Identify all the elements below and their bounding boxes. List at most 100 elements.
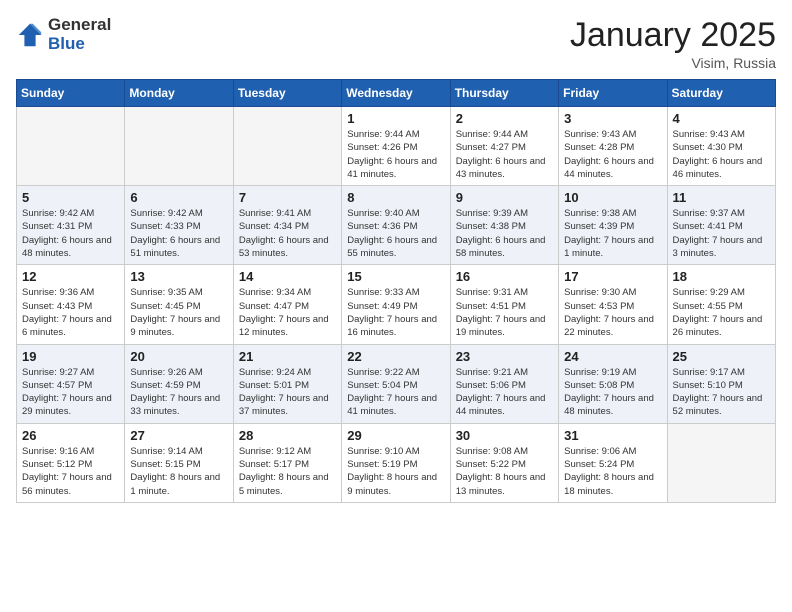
day-number: 16 (456, 269, 553, 284)
day-info: Sunrise: 9:31 AMSunset: 4:51 PMDaylight:… (456, 286, 553, 339)
logo-icon (16, 21, 44, 49)
day-info: Sunrise: 9:37 AMSunset: 4:41 PMDaylight:… (673, 207, 770, 260)
weekday-header-row: SundayMondayTuesdayWednesdayThursdayFrid… (17, 80, 776, 107)
calendar-day-cell (667, 423, 775, 502)
day-info: Sunrise: 9:08 AMSunset: 5:22 PMDaylight:… (456, 445, 553, 498)
day-info: Sunrise: 9:35 AMSunset: 4:45 PMDaylight:… (130, 286, 227, 339)
day-number: 30 (456, 428, 553, 443)
calendar-day-cell: 19Sunrise: 9:27 AMSunset: 4:57 PMDayligh… (17, 344, 125, 423)
calendar-day-cell: 6 Sunrise: 9:42 AMSunset: 4:33 PMDaylight… (125, 186, 233, 265)
day-info: Sunrise: 9:36 AMSunset: 4:43 PMDaylight:… (22, 286, 119, 339)
calendar-day-cell: 9 Sunrise: 9:39 AMSunset: 4:38 PMDaylight… (450, 186, 558, 265)
calendar-day-cell: 22Sunrise: 9:22 AMSunset: 5:04 PMDayligh… (342, 344, 450, 423)
day-info: Sunrise: 9:17 AMSunset: 5:10 PMDaylight:… (673, 366, 770, 419)
calendar-day-cell (17, 107, 125, 186)
calendar-day-cell: 12 Sunrise: 9:36 AMSunset: 4:43 PMDayligh… (17, 265, 125, 344)
day-number: 1 (347, 111, 444, 126)
day-number: 26 (22, 428, 119, 443)
calendar-day-cell: 1 Sunrise: 9:44 AMSunset: 4:26 PMDaylight… (342, 107, 450, 186)
day-info: Sunrise: 9:44 AMSunset: 4:27 PMDaylight:… (456, 128, 553, 181)
month-title: January 2025 (570, 16, 776, 55)
calendar-day-cell (233, 107, 341, 186)
day-number: 7 (239, 190, 336, 205)
day-info: Sunrise: 9:40 AMSunset: 4:36 PMDaylight:… (347, 207, 444, 260)
calendar-day-cell: 15Sunrise: 9:33 AMSunset: 4:49 PMDayligh… (342, 265, 450, 344)
day-number: 4 (673, 111, 770, 126)
day-info: Sunrise: 9:10 AMSunset: 5:19 PMDaylight:… (347, 445, 444, 498)
day-info: Sunrise: 9:44 AMSunset: 4:26 PMDaylight:… (347, 128, 444, 181)
calendar-day-cell: 16 Sunrise: 9:31 AMSunset: 4:51 PMDayligh… (450, 265, 558, 344)
day-number: 3 (564, 111, 661, 126)
page-header: General Blue January 2025 Visim, Russia (16, 16, 776, 71)
calendar-day-cell: 11Sunrise: 9:37 AMSunset: 4:41 PMDayligh… (667, 186, 775, 265)
day-number: 10 (564, 190, 661, 205)
day-info: Sunrise: 9:21 AMSunset: 5:06 PMDaylight:… (456, 366, 553, 419)
weekday-header-sunday: Sunday (17, 80, 125, 107)
logo-general: General (48, 16, 111, 35)
day-info: Sunrise: 9:14 AMSunset: 5:15 PMDaylight:… (130, 445, 227, 498)
calendar-day-cell: 8 Sunrise: 9:40 AMSunset: 4:36 PMDaylight… (342, 186, 450, 265)
day-number: 22 (347, 349, 444, 364)
day-number: 2 (456, 111, 553, 126)
logo-text: General Blue (48, 16, 111, 53)
day-number: 20 (130, 349, 227, 364)
day-info: Sunrise: 9:12 AMSunset: 5:17 PMDaylight:… (239, 445, 336, 498)
weekday-header-tuesday: Tuesday (233, 80, 341, 107)
day-number: 14 (239, 269, 336, 284)
weekday-header-saturday: Saturday (667, 80, 775, 107)
day-info: Sunrise: 9:39 AMSunset: 4:38 PMDaylight:… (456, 207, 553, 260)
day-number: 25 (673, 349, 770, 364)
calendar-day-cell: 31Sunrise: 9:06 AMSunset: 5:24 PMDayligh… (559, 423, 667, 502)
calendar-week-row: 19Sunrise: 9:27 AMSunset: 4:57 PMDayligh… (17, 344, 776, 423)
day-number: 12 (22, 269, 119, 284)
weekday-header-monday: Monday (125, 80, 233, 107)
calendar-day-cell: 30 Sunrise: 9:08 AMSunset: 5:22 PMDayligh… (450, 423, 558, 502)
calendar-day-cell: 23 Sunrise: 9:21 AMSunset: 5:06 PMDayligh… (450, 344, 558, 423)
calendar-week-row: 26 Sunrise: 9:16 AMSunset: 5:12 PMDayligh… (17, 423, 776, 502)
title-block: January 2025 Visim, Russia (570, 16, 776, 71)
calendar-day-cell: 3Sunrise: 9:43 AMSunset: 4:28 PMDaylight… (559, 107, 667, 186)
weekday-header-friday: Friday (559, 80, 667, 107)
day-info: Sunrise: 9:42 AMSunset: 4:31 PMDaylight:… (22, 207, 119, 260)
day-number: 9 (456, 190, 553, 205)
day-number: 6 (130, 190, 227, 205)
calendar-day-cell: 27 Sunrise: 9:14 AMSunset: 5:15 PMDayligh… (125, 423, 233, 502)
calendar-day-cell: 26 Sunrise: 9:16 AMSunset: 5:12 PMDayligh… (17, 423, 125, 502)
logo: General Blue (16, 16, 111, 53)
calendar-table: SundayMondayTuesdayWednesdayThursdayFrid… (16, 79, 776, 503)
day-info: Sunrise: 9:26 AMSunset: 4:59 PMDaylight:… (130, 366, 227, 419)
calendar-day-cell: 25 Sunrise: 9:17 AMSunset: 5:10 PMDayligh… (667, 344, 775, 423)
day-info: Sunrise: 9:16 AMSunset: 5:12 PMDaylight:… (22, 445, 119, 498)
day-number: 23 (456, 349, 553, 364)
day-info: Sunrise: 9:34 AMSunset: 4:47 PMDaylight:… (239, 286, 336, 339)
day-info: Sunrise: 9:29 AMSunset: 4:55 PMDaylight:… (673, 286, 770, 339)
day-number: 27 (130, 428, 227, 443)
day-number: 8 (347, 190, 444, 205)
calendar-day-cell: 2 Sunrise: 9:44 AMSunset: 4:27 PMDaylight… (450, 107, 558, 186)
day-number: 5 (22, 190, 119, 205)
calendar-day-cell: 21Sunrise: 9:24 AMSunset: 5:01 PMDayligh… (233, 344, 341, 423)
calendar-day-cell: 14 Sunrise: 9:34 AMSunset: 4:47 PMDayligh… (233, 265, 341, 344)
day-number: 19 (22, 349, 119, 364)
day-info: Sunrise: 9:38 AMSunset: 4:39 PMDaylight:… (564, 207, 661, 260)
day-info: Sunrise: 9:19 AMSunset: 5:08 PMDaylight:… (564, 366, 661, 419)
calendar-day-cell: 5 Sunrise: 9:42 AMSunset: 4:31 PMDaylight… (17, 186, 125, 265)
day-info: Sunrise: 9:43 AMSunset: 4:30 PMDaylight:… (673, 128, 770, 181)
day-number: 13 (130, 269, 227, 284)
calendar-day-cell: 28 Sunrise: 9:12 AMSunset: 5:17 PMDayligh… (233, 423, 341, 502)
weekday-header-thursday: Thursday (450, 80, 558, 107)
calendar-week-row: 12 Sunrise: 9:36 AMSunset: 4:43 PMDayligh… (17, 265, 776, 344)
logo-blue: Blue (48, 35, 111, 54)
day-number: 24 (564, 349, 661, 364)
calendar-day-cell: 4 Sunrise: 9:43 AMSunset: 4:30 PMDaylight… (667, 107, 775, 186)
calendar-day-cell: 10 Sunrise: 9:38 AMSunset: 4:39 PMDayligh… (559, 186, 667, 265)
day-number: 17 (564, 269, 661, 284)
day-number: 28 (239, 428, 336, 443)
calendar-week-row: 1 Sunrise: 9:44 AMSunset: 4:26 PMDaylight… (17, 107, 776, 186)
calendar-day-cell: 29Sunrise: 9:10 AMSunset: 5:19 PMDayligh… (342, 423, 450, 502)
calendar-day-cell: 18 Sunrise: 9:29 AMSunset: 4:55 PMDayligh… (667, 265, 775, 344)
calendar-day-cell (125, 107, 233, 186)
day-info: Sunrise: 9:42 AMSunset: 4:33 PMDaylight:… (130, 207, 227, 260)
calendar-day-cell: 13 Sunrise: 9:35 AMSunset: 4:45 PMDayligh… (125, 265, 233, 344)
day-number: 18 (673, 269, 770, 284)
